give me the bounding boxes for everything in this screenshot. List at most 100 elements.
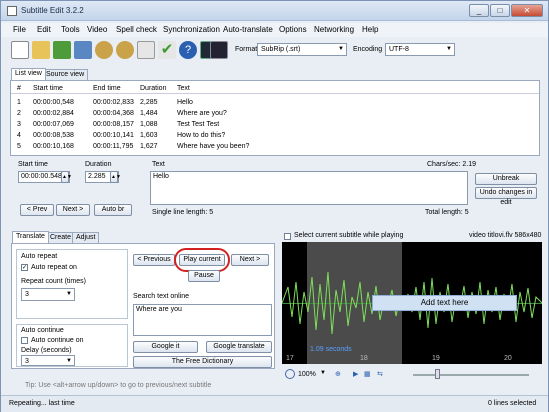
auto-repeat-checkbox[interactable]: ✓ (21, 264, 28, 271)
tab-adjust[interactable]: Adjust (72, 232, 100, 243)
zoom-icon[interactable] (285, 369, 295, 379)
menu-auto-translate[interactable]: Auto-translate (223, 25, 273, 34)
text-label: Text (152, 161, 165, 168)
zoom-in-icon[interactable]: ⊕ (335, 370, 341, 378)
select-current-label: Select current subtitle while playing (294, 232, 404, 239)
encoding-label: Encoding (353, 46, 383, 53)
encoding-dropdown[interactable]: UTF-8 ▼ (385, 43, 455, 56)
window-title: Subtitle Edit 3.2.2 (21, 6, 84, 15)
table-row[interactable]: 4 00:00:08,538 00:00:10,141 1,603 How to do … (11, 131, 539, 141)
tick-label: 20 (504, 355, 512, 362)
tab-list-view[interactable]: List view (11, 68, 46, 80)
format-dropdown[interactable]: SubRip (.srt) ▼ (257, 43, 347, 56)
menu-options[interactable]: Options (279, 25, 307, 34)
table-row[interactable]: 3 00:00:07,069 00:00:08,157 1,088 Test Test … (11, 120, 539, 130)
auto-continue-checkbox[interactable] (21, 337, 28, 344)
undo-changes-button[interactable]: Undo changes in edit (475, 187, 537, 206)
auto-br-button[interactable]: Auto br (94, 204, 132, 216)
chevron-down-icon: ▼ (446, 46, 452, 52)
title-bar: Subtitle Edit 3.2.2 _ □ ✕ (1, 1, 548, 21)
zoom-level[interactable]: 100% (298, 371, 316, 378)
slider-thumb[interactable] (435, 369, 440, 379)
waveform-panel[interactable]: Add text here 1.09 seconds 17 18 19 20 (282, 242, 542, 364)
chevron-down-icon[interactable]: ▼ (320, 370, 326, 376)
subtitle-block[interactable]: Add text here (372, 295, 517, 311)
tip-text: Tip: Use <alt+arrow up/down> to go to pr… (25, 382, 212, 389)
status-left: Repeating... last time (9, 400, 75, 407)
total-length: Total length: 5 (425, 209, 469, 216)
maximize-button[interactable]: □ (490, 4, 510, 17)
auto-continue-group: Auto continue Auto continue on Delay (se… (16, 324, 128, 367)
video-icon[interactable] (210, 41, 228, 59)
spell-check-icon[interactable]: ✔ (158, 41, 176, 59)
play-icon[interactable]: ▶ (353, 370, 358, 378)
tick-label: 18 (360, 355, 368, 362)
grid-icon[interactable]: ▦ (364, 370, 371, 378)
menu-networking[interactable]: Networking (314, 25, 354, 34)
highlight-ring (174, 248, 230, 272)
menu-file[interactable]: File (13, 25, 26, 34)
chevron-down-icon: ▼ (66, 358, 72, 364)
tick-label: 17 (286, 355, 294, 362)
subtitle-text-box[interactable]: Hello (150, 171, 468, 205)
arrows-icon[interactable]: ⇆ (377, 370, 383, 378)
translate-panel: Auto repeat ✓ Auto repeat on Repeat coun… (11, 243, 275, 369)
save-as-icon[interactable] (74, 41, 92, 59)
menu-video[interactable]: Video (87, 25, 107, 34)
minimize-button[interactable]: _ (469, 4, 489, 17)
select-current-checkbox[interactable] (284, 233, 291, 240)
google-translate-button[interactable]: Google translate (206, 341, 272, 353)
tab-translate[interactable]: Translate (12, 231, 49, 243)
tick-label: 19 (432, 355, 440, 362)
open-folder-icon[interactable] (32, 41, 50, 59)
menu-synchronization[interactable]: Synchronization (163, 25, 220, 34)
help-icon[interactable]: ? (179, 41, 197, 59)
menu-tools[interactable]: Tools (61, 25, 80, 34)
tab-create[interactable]: Create (46, 232, 76, 243)
close-button[interactable]: ✕ (511, 4, 543, 17)
start-time-spinner[interactable]: ▲▼ (61, 171, 72, 183)
duration-label: Duration (85, 161, 112, 168)
previous-button[interactable]: < Previous (133, 254, 175, 266)
visual-sync-icon[interactable] (137, 41, 155, 59)
menu-spell-check[interactable]: Spell check (116, 25, 157, 34)
table-header: # Start time End time Duration Text (11, 84, 539, 94)
single-line-length: Single line length: 5 (152, 209, 214, 216)
next-button[interactable]: Next > (231, 254, 269, 266)
format-label: Format (235, 46, 258, 53)
auto-repeat-group: Auto repeat ✓ Auto repeat on Repeat coun… (16, 249, 128, 319)
chevron-down-icon: ▼ (66, 291, 72, 297)
subtitle-table: # Start time End time Duration Text 1 00:… (10, 80, 540, 156)
find-icon[interactable] (95, 41, 113, 59)
next-button[interactable]: Next > (56, 204, 90, 216)
new-file-icon[interactable] (11, 41, 29, 59)
google-it-button[interactable]: Google it (133, 341, 198, 353)
pause-button[interactable]: Pause (188, 270, 220, 282)
toolbar: ✔ ? Format SubRip (.srt) ▼ Encoding UTF-8… (1, 39, 548, 63)
menu-edit[interactable]: Edit (37, 25, 51, 34)
tab-source-view[interactable]: Source view (42, 69, 89, 80)
menu-bar: File Edit Tools Video Spell check Synchr… (1, 23, 548, 37)
delay-dropdown[interactable]: 3 ▼ (21, 355, 75, 366)
seconds-label: 1.09 seconds (310, 346, 352, 353)
chars-per-second: Chars/sec: 2.19 (427, 161, 477, 168)
unbreak-button[interactable]: Unbreak (475, 173, 537, 185)
search-text-input[interactable]: Where are you (133, 304, 272, 336)
replace-icon[interactable] (116, 41, 134, 59)
repeat-count-dropdown[interactable]: 3 ▼ (21, 288, 75, 301)
position-slider[interactable] (413, 374, 529, 376)
table-row[interactable]: 1 00:00:00,548 00:00:02,833 2,285 Hello (11, 98, 539, 108)
duration-spinner[interactable]: ▲▼ (110, 171, 121, 183)
search-online-label: Search text online (133, 293, 190, 300)
status-right: 0 lines selected (488, 400, 537, 407)
table-row[interactable]: 2 00:00:02,884 00:00:04,368 1,484 Where are … (11, 109, 539, 119)
chevron-down-icon: ▼ (338, 46, 344, 52)
save-icon[interactable] (53, 41, 71, 59)
table-row[interactable]: 5 00:00:10,168 00:00:11,795 1,627 Where have… (11, 142, 539, 152)
free-dictionary-button[interactable]: The Free Dictionary (133, 356, 272, 368)
prev-button[interactable]: < Prev (20, 204, 54, 216)
app-icon (7, 6, 17, 16)
menu-help[interactable]: Help (362, 25, 378, 34)
app-window: Subtitle Edit 3.2.2 _ □ ✕ File Edit Tool… (0, 0, 549, 412)
video-file-info: video titlovi.flv 586x480 (469, 232, 542, 239)
